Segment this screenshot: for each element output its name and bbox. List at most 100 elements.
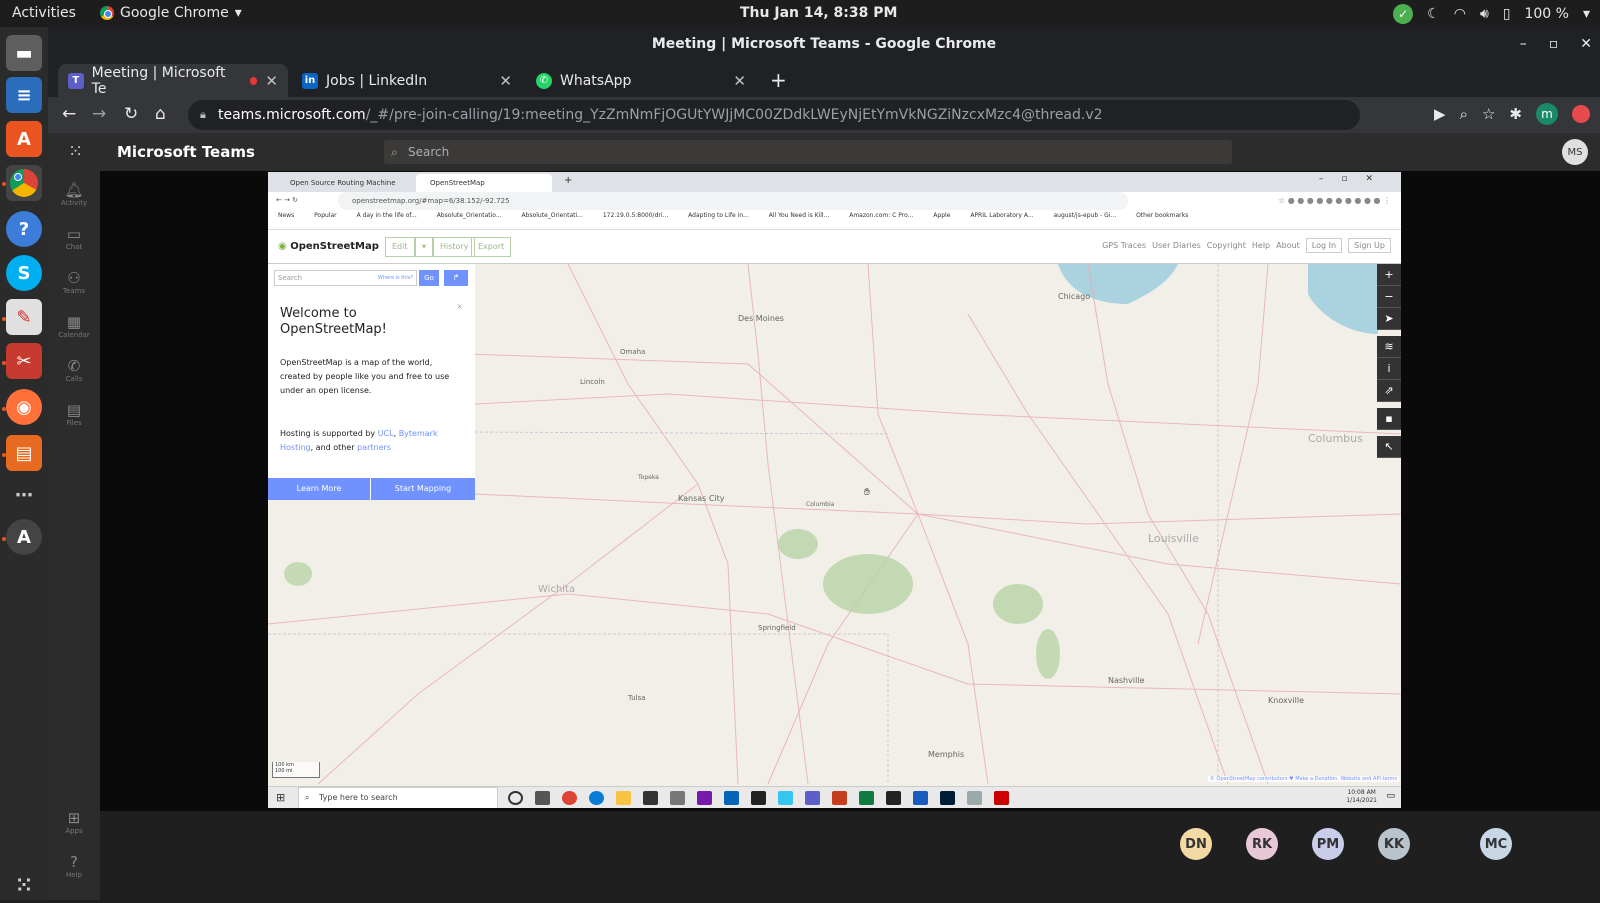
participant-avatar[interactable]: RK (1246, 828, 1278, 860)
windows-time: 10:08 AM (1347, 789, 1376, 796)
osm-edit-button: Edit (385, 237, 415, 257)
home-button[interactable]: ⌂ (155, 104, 166, 124)
osm-logo-icon: ◉ (278, 241, 291, 252)
locate-icon: ➤ (1377, 308, 1401, 330)
system-clock[interactable]: Thu Jan 14, 8:38 PM (740, 5, 897, 21)
tab-label: OpenStreetMap (430, 179, 485, 187)
tab-label: Jobs | LinkedIn (326, 72, 428, 89)
rail-calls[interactable]: ✆ Calls (48, 357, 100, 383)
app-icon (886, 791, 901, 805)
updater-app-icon[interactable]: A (6, 519, 42, 555)
more-apps-icon[interactable]: ⋯ (6, 477, 42, 513)
impress-app-icon[interactable]: ▤ (6, 435, 42, 471)
files-app-icon[interactable]: ▬ (6, 35, 42, 71)
update-check-icon: ✓ (1393, 4, 1414, 24)
rail-label: Calls (65, 375, 83, 383)
back-button[interactable]: ← (62, 104, 76, 124)
teams-icon (805, 791, 820, 805)
tab-strip: T Meeting | Microsoft Te ✕ in Jobs | Lin… (48, 62, 1600, 97)
my-avatar[interactable]: MS (1562, 139, 1588, 165)
participant-avatar[interactable]: KK (1378, 828, 1410, 860)
app-icon (994, 791, 1009, 805)
tools-app-icon[interactable]: ✂ (6, 343, 42, 379)
participant-avatar[interactable]: MC (1480, 828, 1512, 860)
rail-teams[interactable]: ⚇ Teams (48, 269, 100, 295)
outlook-icon (724, 791, 739, 805)
map-city-label: Tulsa (628, 694, 646, 702)
map-city-label: Omaha (620, 348, 646, 356)
forward-button[interactable]: → (92, 104, 106, 124)
system-tray[interactable]: ✓ ☾ ◠ 🔊︎ ▯ 100 % ▾ (1393, 4, 1590, 24)
help-app-icon[interactable]: ? (6, 211, 42, 247)
teams-icon: T (68, 72, 84, 89)
store-icon (643, 791, 658, 805)
firefox-app-icon[interactable]: ◉ (6, 389, 42, 425)
show-applications-icon[interactable]: ⁙ (6, 867, 42, 903)
osm-header: ◉ OpenStreetMap Edit ▾ History Export GP… (268, 230, 1401, 264)
running-indicator (2, 453, 6, 457)
rail-files[interactable]: ▤ Files (48, 401, 100, 427)
address-bar[interactable]: 🔒︎ teams.microsoft.com/_#/pre-join-calli… (188, 100, 1360, 130)
map-controls: + − ➤ ≋ i ⇗ ▪ ↖ (1377, 264, 1401, 458)
osm-nav: GPS Traces User Diaries Copyright Help A… (1102, 238, 1391, 253)
camera-icon[interactable]: ▶ (1434, 105, 1446, 123)
windows-start-icon: ⊞ (276, 791, 286, 804)
software-center-icon[interactable]: A (6, 121, 42, 157)
rail-activity[interactable]: 🔔︎ Activity (48, 181, 100, 207)
maximize-button[interactable]: ▫ (1549, 27, 1559, 62)
query-icon: ↖ (1377, 436, 1401, 458)
extensions-icon[interactable]: ✱ (1509, 105, 1522, 123)
chrome-icon (562, 791, 577, 805)
minimize-button[interactable]: – (1520, 27, 1527, 62)
rail-calendar[interactable]: ▦ Calendar (48, 313, 100, 339)
close-tab-icon[interactable]: ✕ (733, 72, 746, 90)
terminal-icon (751, 791, 766, 805)
directions-icon: ↱ (444, 270, 468, 286)
info-icon: i (1377, 358, 1401, 380)
bookmark-item: Adapting to Life in... (688, 212, 749, 219)
osm-nav-link: Help (1251, 241, 1271, 250)
hosting-mid: , and other (310, 443, 358, 452)
tab-teams-meeting[interactable]: T Meeting | Microsoft Te ✕ (58, 64, 288, 97)
rail-apps[interactable]: ⊞ Apps (48, 809, 100, 835)
chat-icon: ▭ (66, 225, 82, 243)
rail-help[interactable]: ? Help (48, 853, 100, 879)
pdf-app-icon[interactable]: ✎ (6, 299, 42, 335)
close-tab-icon[interactable]: ✕ (499, 72, 512, 90)
zoom-icon[interactable]: ⌕ (1460, 105, 1468, 123)
shared-tab-osrm: Open Source Routing Machine (276, 174, 412, 192)
bookmark-item: Other bookmarks (1136, 212, 1189, 219)
close-tab-icon[interactable]: ✕ (265, 72, 278, 90)
teams-icon: ⚇ (67, 269, 81, 287)
profile-avatar[interactable]: m (1536, 103, 1558, 125)
hosting-prefix: Hosting is supported by (280, 429, 378, 438)
rail-chat[interactable]: ▭ Chat (48, 225, 100, 251)
reload-button[interactable]: ↻ (124, 104, 138, 124)
running-indicator (2, 182, 6, 186)
update-icon[interactable] (1572, 105, 1590, 123)
participant-avatar[interactable]: PM (1312, 828, 1344, 860)
tab-whatsapp[interactable]: ✆ WhatsApp ✕ (526, 64, 756, 97)
new-tab-button[interactable]: + (770, 68, 787, 92)
windows-taskbar: ⊞ ⌕ Type here to search 10:08 AM 1/14/2021… (268, 786, 1401, 808)
chrome-app-icon[interactable] (6, 165, 42, 201)
close-window-button[interactable]: ✕ (1580, 27, 1592, 62)
map-city-label: Louisville (1148, 532, 1199, 545)
writer-app-icon[interactable]: ≡ (6, 77, 42, 113)
new-tab-icon: + (564, 175, 573, 186)
osm-nav-link: Copyright (1206, 241, 1246, 250)
share-icon: ⇗ (1377, 380, 1401, 402)
whatsapp-icon: ✆ (536, 72, 552, 89)
bookmark-star-icon[interactable]: ☆ (1482, 105, 1495, 123)
tab-linkedin[interactable]: in Jobs | LinkedIn ✕ (292, 64, 522, 97)
skype-app-icon[interactable]: S (6, 255, 42, 291)
calendar-icon: ▦ (66, 313, 82, 331)
activities-button[interactable]: Activities (12, 5, 76, 21)
app-launcher-icon[interactable]: ⁙ (68, 141, 83, 162)
battery-icon: ▯ (1502, 6, 1511, 22)
participant-avatar[interactable]: DN (1180, 828, 1212, 860)
osm-logo-text: OpenStreetMap (290, 241, 379, 252)
app-menu[interactable]: Google Chrome ▾ (100, 5, 242, 21)
teams-search-input[interactable]: ⌕ Search (384, 140, 1232, 164)
apps-icon: ⊞ (67, 809, 81, 827)
